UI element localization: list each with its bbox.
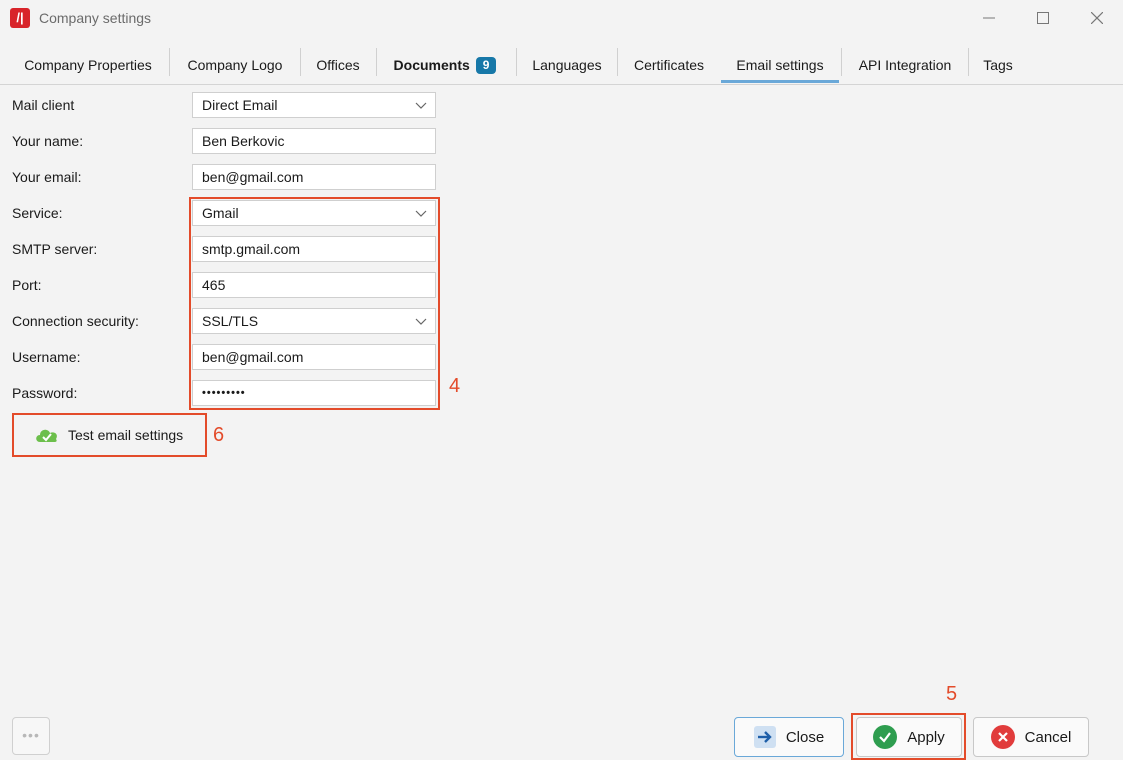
tab-company-logo[interactable]: Company Logo	[173, 48, 297, 82]
mail-client-value: Direct Email	[202, 97, 278, 113]
arrow-right-icon	[753, 726, 776, 748]
service-label: Service:	[12, 205, 63, 221]
apply-button[interactable]: Apply	[856, 717, 962, 757]
tab-email-settings[interactable]: Email settings	[721, 48, 839, 83]
tab-company-properties[interactable]: Company Properties	[10, 48, 166, 82]
cloud-check-icon	[36, 429, 57, 442]
window-title: Company settings	[39, 10, 152, 26]
annotation-number-6: 6	[213, 424, 225, 446]
smtp-server-label: SMTP server:	[12, 241, 98, 257]
mail-client-label: Mail client	[12, 97, 75, 113]
test-email-settings-label: Test email settings	[68, 427, 184, 443]
your-email-input[interactable]: ben@gmail.com	[192, 164, 436, 190]
tab-documents[interactable]: Documents 9	[380, 48, 510, 82]
tab-divider	[617, 48, 618, 76]
test-email-settings-button[interactable]: Test email settings	[18, 419, 202, 451]
tab-divider	[300, 48, 301, 76]
your-name-input[interactable]: Ben Berkovic	[192, 128, 436, 154]
tab-api-integration[interactable]: API Integration	[846, 48, 964, 82]
port-label: Port:	[12, 277, 42, 293]
mail-client-select[interactable]: Direct Email	[192, 92, 436, 118]
username-label: Username:	[12, 349, 81, 365]
connection-security-label: Connection security:	[12, 313, 139, 329]
your-name-label: Your name:	[12, 133, 84, 149]
check-circle-icon	[873, 725, 898, 749]
tab-tags[interactable]: Tags	[972, 48, 1024, 82]
close-icon	[1091, 12, 1103, 24]
close-button-label: Close	[785, 728, 825, 746]
maximize-icon	[1037, 12, 1049, 24]
chevron-down-icon	[415, 94, 427, 123]
close-button[interactable]: Close	[734, 717, 844, 757]
tab-languages[interactable]: Languages	[522, 48, 612, 82]
tab-divider	[841, 48, 842, 76]
tab-divider	[169, 48, 170, 76]
annotation-number-4: 4	[449, 375, 461, 397]
tab-divider	[968, 48, 969, 76]
tab-documents-label: Documents	[393, 57, 470, 73]
apply-button-label: Apply	[907, 728, 945, 746]
minimize-icon	[983, 17, 995, 19]
maximize-button[interactable]	[1020, 0, 1066, 36]
more-options-button[interactable]: •••	[12, 717, 50, 755]
title-bar: /| Company settings	[0, 0, 1123, 36]
tab-certificates[interactable]: Certificates	[622, 48, 716, 82]
documents-count-badge: 9	[475, 57, 497, 74]
your-email-label: Your email:	[12, 169, 82, 185]
tab-offices[interactable]: Offices	[304, 48, 372, 82]
password-label: Password:	[12, 385, 78, 401]
tab-divider	[516, 48, 517, 76]
window-close-button[interactable]	[1074, 0, 1120, 36]
cancel-button-label: Cancel	[1024, 728, 1072, 746]
app-logo-icon: /|	[10, 8, 30, 28]
smtp-settings-highlight-box	[189, 197, 440, 410]
x-circle-icon	[990, 725, 1015, 749]
cancel-button[interactable]: Cancel	[973, 717, 1089, 757]
annotation-number-5: 5	[946, 683, 958, 705]
minimize-button[interactable]	[966, 0, 1012, 36]
tab-divider	[376, 48, 377, 76]
